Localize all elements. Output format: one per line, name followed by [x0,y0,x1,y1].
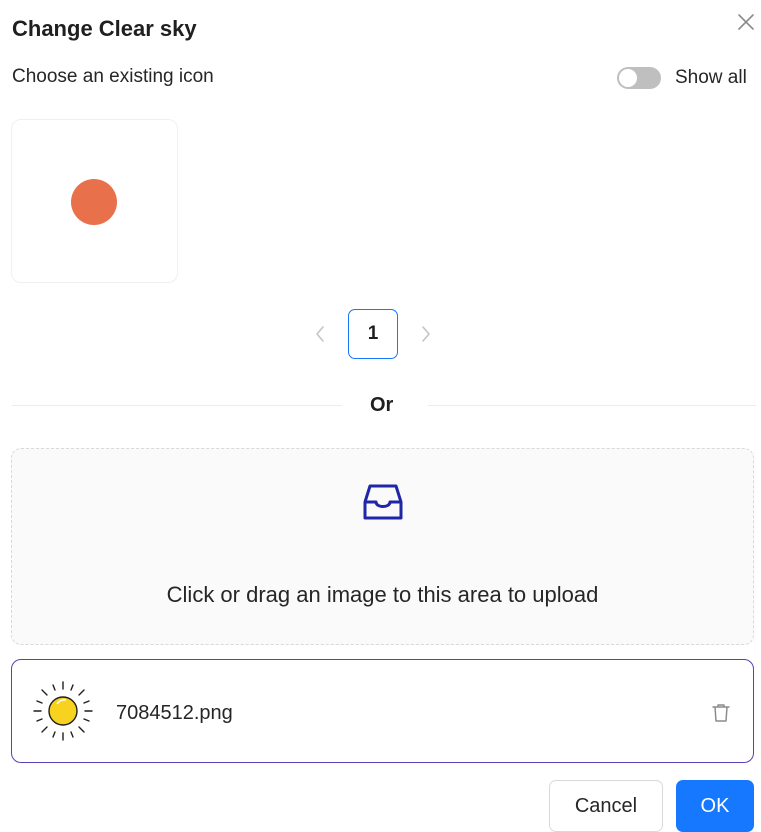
show-all-label: Show all [675,67,747,88]
chevron-right-icon[interactable] [406,314,446,354]
upload-dropzone[interactable]: Click or drag an image to this area to u… [11,448,754,645]
dialog-title: Change Clear sky [12,16,197,41]
divider-line-right [428,405,756,406]
orange-circle-icon [71,179,117,225]
pagination-page-current[interactable]: 1 [348,309,398,359]
icon-option[interactable] [11,119,178,283]
close-icon[interactable] [733,9,759,35]
trash-icon[interactable] [710,702,732,724]
show-all-toggle[interactable] [617,67,661,89]
toggle-knob [619,69,637,87]
file-name: 7084512.png [116,702,233,724]
change-icon-dialog: Change Clear sky Choose an existing icon… [0,0,761,832]
cancel-button[interactable]: Cancel [549,780,663,832]
divider-label: Or [366,394,398,417]
chevron-left-icon[interactable] [300,314,340,354]
ok-button[interactable]: OK [676,780,754,832]
upload-hint: Click or drag an image to this area to u… [166,582,599,607]
choose-icon-label: Choose an existing icon [12,66,214,87]
inbox-icon [362,481,404,523]
uploaded-file-item: 7084512.png [11,659,754,763]
show-all-control: Show all [617,66,747,90]
pagination: 1 [300,308,446,360]
divider-line-left [12,405,342,406]
sun-icon [30,678,96,744]
